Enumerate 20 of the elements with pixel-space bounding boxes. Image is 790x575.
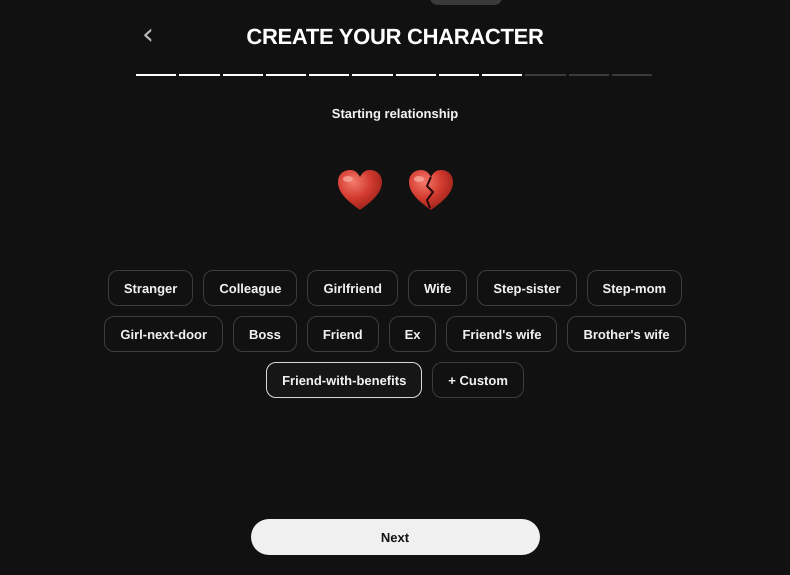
relationship-option[interactable]: Wife — [408, 270, 468, 306]
relationship-option[interactable]: Step-sister — [477, 270, 577, 306]
relationship-option[interactable]: + Custom — [432, 362, 524, 398]
relationship-option[interactable]: Boss — [233, 316, 297, 352]
relationship-option[interactable]: Girl-next-door — [104, 316, 224, 352]
relationship-option[interactable]: Friend-with-benefits — [266, 362, 422, 398]
page-title: CREATE YOUR CHARACTER — [246, 24, 544, 50]
section-title: Starting relationship — [332, 106, 458, 121]
relationship-option[interactable]: Colleague — [203, 270, 298, 306]
relationship-option[interactable]: Step-mom — [586, 270, 682, 306]
broken-heart-icon — [406, 168, 454, 212]
next-button[interactable]: Next — [250, 519, 540, 555]
relationship-option[interactable]: Stranger — [108, 270, 194, 306]
relationship-option[interactable]: Girlfriend — [307, 270, 398, 306]
back-button[interactable]: ‹ — [136, 20, 160, 50]
relationship-option[interactable]: Ex — [388, 316, 436, 352]
heart-icon — [336, 168, 384, 212]
relationship-option[interactable]: Friend — [306, 316, 379, 352]
relationship-option[interactable]: Friend's wife — [446, 316, 558, 352]
relationship-option[interactable]: Brother's wife — [567, 316, 686, 352]
